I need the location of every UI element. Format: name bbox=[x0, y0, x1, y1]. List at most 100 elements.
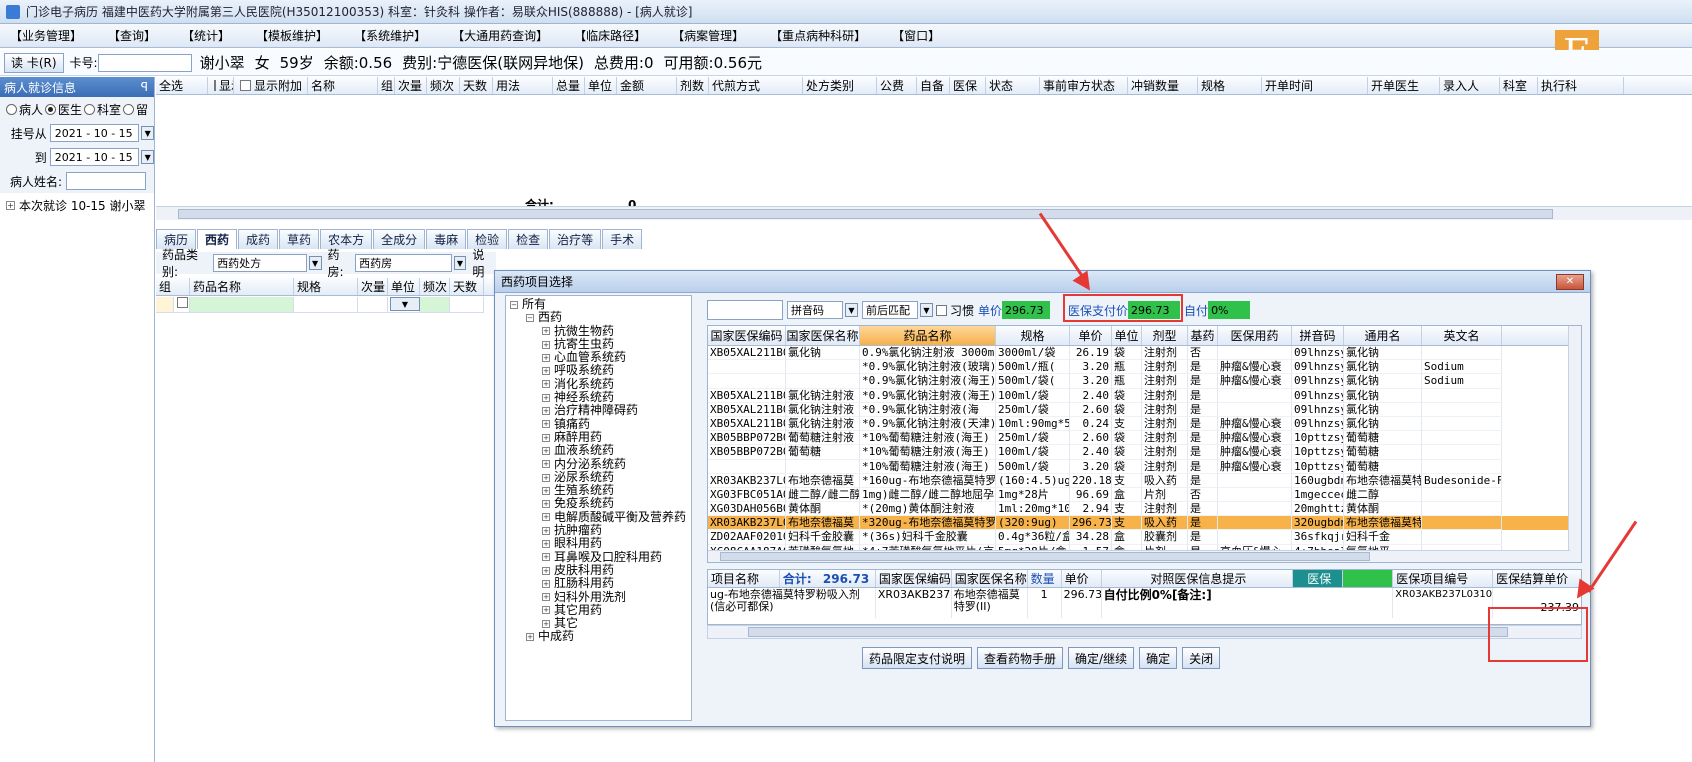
menu-item-6[interactable]: 【临床路径】 bbox=[564, 27, 656, 44]
reg-to-date[interactable]: 2021 - 10 - 15 bbox=[49, 148, 140, 166]
collapse-icon[interactable]: − bbox=[510, 300, 518, 309]
order-col-5[interactable]: 次量 bbox=[395, 77, 427, 94]
tree-item-19[interactable]: + 肛肠科用药 bbox=[506, 576, 691, 590]
code-type-select[interactable]: 拼音码 bbox=[787, 301, 843, 319]
drug-row[interactable]: XB05XAL211B002氯化钠注射液*0.9%氯化钠注射液(海王)100ml… bbox=[708, 388, 1581, 403]
radio-stay[interactable] bbox=[123, 103, 135, 115]
grid-col-9[interactable]: 拼音码 bbox=[1292, 326, 1344, 345]
order-col-16[interactable]: 自备 bbox=[917, 77, 950, 94]
drug-row[interactable]: ZD02AAF020102C妇科千金胶囊*(36s)妇科千金胶囊0.4g*36粒… bbox=[708, 530, 1581, 545]
menu-item-3[interactable]: 【模板维护】 bbox=[246, 27, 338, 44]
drug-order-col-1[interactable]: 药品名称 bbox=[190, 278, 294, 295]
drug-row[interactable]: XR03AKB237L031布地奈德福莫*160ug-布地奈德福莫特罗(160:… bbox=[708, 473, 1581, 488]
drug-row[interactable]: XB05BBP072B002葡萄糖注射液*10%葡萄糖注射液(海王)250ml/… bbox=[708, 431, 1581, 446]
chevron-down-icon[interactable]: ▼ bbox=[308, 256, 322, 270]
scroll-thumb[interactable] bbox=[720, 552, 1370, 561]
chevron-down-icon[interactable]: ▼ bbox=[453, 256, 467, 270]
menu-item-0[interactable]: 【业务管理】 bbox=[0, 27, 92, 44]
order-col-20[interactable]: 冲销数量 bbox=[1128, 77, 1198, 94]
grid-col-0[interactable]: 国家医保编码 bbox=[708, 326, 786, 345]
radio-patient[interactable] bbox=[6, 103, 17, 115]
expand-icon[interactable]: + bbox=[542, 526, 550, 535]
expand-icon[interactable]: + bbox=[542, 380, 550, 389]
order-col-22[interactable]: 开单时间 bbox=[1262, 77, 1368, 94]
patient-name-input[interactable] bbox=[66, 172, 147, 190]
tab-6[interactable]: 毒麻 bbox=[426, 229, 467, 249]
tree-item-18[interactable]: + 皮肤科用药 bbox=[506, 563, 691, 577]
tree-item-9[interactable]: + 血液系统药 bbox=[506, 443, 691, 457]
expand-icon[interactable]: + bbox=[542, 460, 550, 469]
order-col-25[interactable]: 科室 bbox=[1500, 77, 1538, 94]
drug-order-col-4[interactable]: 单位 bbox=[388, 278, 420, 295]
visit-tree-item[interactable]: + 本次就诊 10-15 谢小翠 bbox=[0, 193, 154, 218]
tree-item-22[interactable]: + 其它 bbox=[506, 616, 691, 630]
tree-patent[interactable]: + 中成药 bbox=[506, 630, 691, 643]
order-col-24[interactable]: 录入人 bbox=[1440, 77, 1500, 94]
drug-row[interactable]: *0.9%氯化钠注射液(海王) 500ml/袋(3.20 瓶注射剂是肿瘤&慢心衰 09… bbox=[708, 374, 1581, 389]
pin-icon[interactable]: ꟼ bbox=[141, 80, 148, 94]
expand-icon[interactable]: + bbox=[542, 433, 550, 442]
expand-icon[interactable]: + bbox=[542, 619, 550, 628]
drug-order-col-5[interactable]: 频次 bbox=[420, 278, 450, 295]
tree-western[interactable]: − 西药 bbox=[506, 310, 691, 324]
drug-row[interactable]: XB05BBP072B002葡萄糖*10%葡萄糖注射液(海王)100ml/袋2.… bbox=[708, 445, 1581, 460]
order-col-6[interactable]: 频次 bbox=[427, 77, 460, 94]
expand-icon[interactable]: + bbox=[542, 367, 550, 376]
order-col-17[interactable]: 医保 bbox=[950, 77, 986, 94]
expand-icon[interactable]: + bbox=[542, 473, 550, 482]
grid-col-1[interactable]: 国家医保名称 bbox=[786, 326, 860, 345]
expand-icon[interactable]: + bbox=[542, 486, 550, 495]
chevron-down-icon[interactable]: ▼ bbox=[141, 126, 154, 140]
menu-item-5[interactable]: 【大通用药查询】 bbox=[442, 27, 558, 44]
order-col-21[interactable]: 规格 bbox=[1198, 77, 1262, 94]
expand-icon[interactable]: + bbox=[542, 393, 550, 402]
scroll-thumb[interactable] bbox=[748, 627, 1508, 637]
order-col-26[interactable]: 执行科 bbox=[1538, 77, 1624, 94]
chevron-down-icon[interactable]: ▼ bbox=[920, 303, 933, 317]
menu-item-8[interactable]: 【重点病种科研】 bbox=[760, 27, 876, 44]
grid-col-2[interactable]: 药品名称 bbox=[860, 326, 996, 345]
tree-item-13[interactable]: + 免疫系统药 bbox=[506, 497, 691, 510]
menu-item-1[interactable]: 【查询】 bbox=[98, 27, 166, 44]
unit-dropdown[interactable]: ▼ bbox=[390, 297, 420, 311]
close-button[interactable]: 关闭 bbox=[1182, 647, 1221, 669]
tree-item-15[interactable]: + 抗肿瘤药 bbox=[506, 523, 691, 537]
menu-item-2[interactable]: 【统计】 bbox=[172, 27, 240, 44]
reg-from-date[interactable]: 2021 - 10 - 15 bbox=[49, 124, 140, 142]
tree-item-7[interactable]: + 镇痛药 bbox=[506, 417, 691, 431]
expand-icon[interactable]: + bbox=[542, 353, 550, 362]
order-col-12[interactable]: 剂数 bbox=[677, 77, 709, 94]
chevron-down-icon[interactable]: ▼ bbox=[845, 303, 858, 317]
drug-order-col-2[interactable]: 规格 bbox=[294, 278, 358, 295]
order-col-2[interactable]: 显示附加 bbox=[234, 77, 308, 94]
expand-icon[interactable]: + bbox=[542, 566, 550, 575]
tab-8[interactable]: 检查 bbox=[508, 229, 549, 249]
order-col-3[interactable]: 名称 bbox=[308, 77, 378, 94]
grid-col-11[interactable]: 英文名 bbox=[1422, 326, 1502, 345]
drug-order-col-0[interactable]: 组 bbox=[156, 278, 190, 295]
tree-item-17[interactable]: + 耳鼻喉及口腔科用药 bbox=[506, 550, 691, 564]
card-number-input[interactable] bbox=[97, 53, 192, 72]
tab-2[interactable]: 成药 bbox=[238, 229, 279, 249]
grid-col-10[interactable]: 通用名 bbox=[1344, 326, 1422, 345]
tree-item-16[interactable]: + 眼科用药 bbox=[506, 537, 691, 550]
tree-item-0[interactable]: + 抗微生物药 bbox=[506, 324, 691, 338]
confirm-button[interactable]: 确定 bbox=[1139, 647, 1178, 669]
drug-row[interactable]: XR03AKB237L031布地奈德福莫*320ug-布地奈德福莫特罗(320:… bbox=[708, 516, 1581, 531]
pharmacy-select[interactable]: 西药房 bbox=[355, 254, 452, 272]
grid-col-5[interactable]: 单位 bbox=[1112, 326, 1142, 345]
order-col-19[interactable]: 事前审方状态 bbox=[1040, 77, 1128, 94]
close-icon[interactable]: ✕ bbox=[1556, 273, 1584, 290]
expand-icon[interactable]: + bbox=[542, 513, 550, 522]
grid-col-7[interactable]: 基药 bbox=[1188, 326, 1218, 345]
search-input[interactable] bbox=[707, 300, 783, 320]
order-col-8[interactable]: 用法 bbox=[493, 77, 553, 94]
drug-manual-button[interactable]: 查看药物手册 bbox=[977, 647, 1064, 669]
row-checkbox[interactable] bbox=[177, 297, 188, 308]
match-type-select[interactable]: 前后匹配 bbox=[862, 301, 918, 319]
grid-col-8[interactable]: 医保用药 bbox=[1218, 326, 1292, 345]
tree-item-2[interactable]: + 心血管系统药 bbox=[506, 350, 691, 364]
confirm-continue-button[interactable]: 确定/继续 bbox=[1068, 647, 1135, 669]
order-col-23[interactable]: 开单医生 bbox=[1368, 77, 1440, 94]
expand-icon[interactable]: + bbox=[542, 446, 550, 455]
